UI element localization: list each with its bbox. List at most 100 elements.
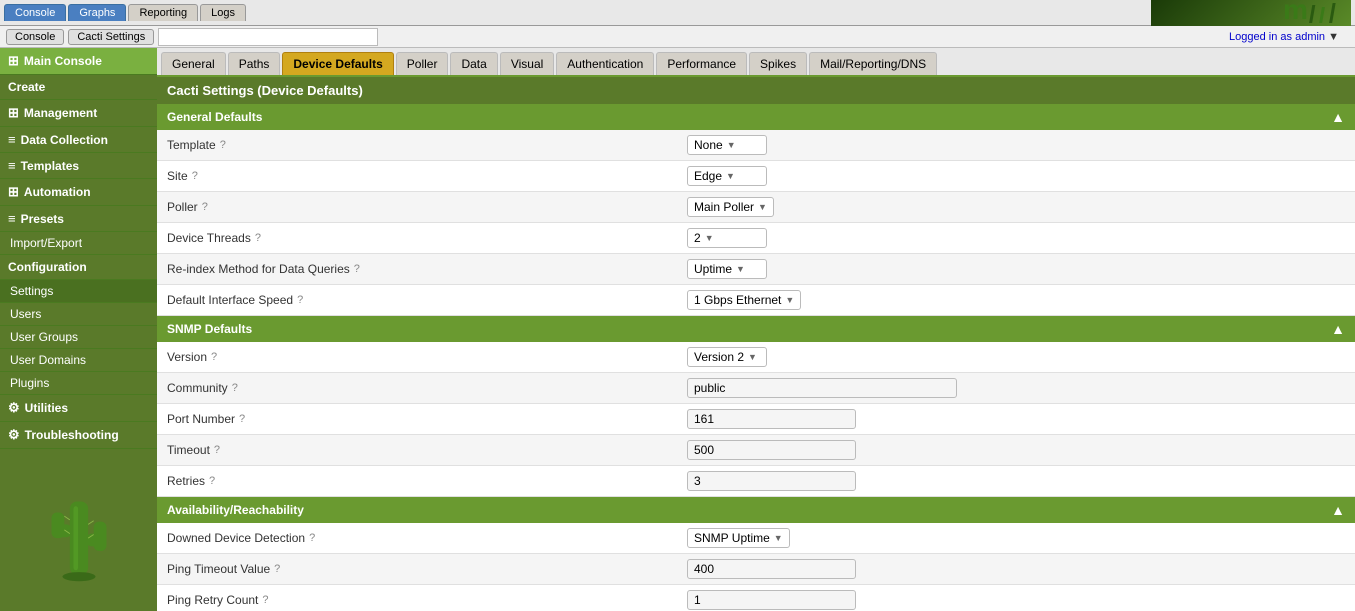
tab-spikes[interactable]: Spikes [749, 52, 807, 75]
sidebar-item-templates[interactable]: ≡ Templates [0, 153, 157, 179]
sidebar-item-configuration[interactable]: Configuration [0, 255, 157, 280]
sidebar: ⊞ Main Console Create ⊞ Management ≡ Dat… [0, 48, 157, 611]
form-control [687, 471, 856, 491]
tab-data[interactable]: Data [450, 52, 497, 75]
sidebar-item-settings[interactable]: Settings [0, 280, 157, 303]
sidebar-item-user-groups[interactable]: User Groups [0, 326, 157, 349]
form-label: Ping Timeout Value? [167, 562, 687, 576]
dropdown-re-index-method-for-data-queries[interactable]: Uptime ▼ [687, 259, 767, 279]
form-row: Poller?Main Poller ▼ [157, 192, 1355, 223]
input-ping-timeout-value[interactable] [687, 559, 856, 579]
form-control: None ▼ [687, 135, 767, 155]
help-icon[interactable]: ? [192, 170, 198, 182]
sidebar-item-automation[interactable]: ⊞ Automation [0, 179, 157, 206]
tab-console[interactable]: Console [4, 4, 66, 21]
form-row: Version?Version 2 ▼ [157, 342, 1355, 373]
form-row: Retries? [157, 466, 1355, 497]
form-label: Device Threads? [167, 231, 687, 245]
help-icon[interactable]: ? [255, 232, 261, 244]
form-row: Port Number? [157, 404, 1355, 435]
form-control: Version 2 ▼ [687, 347, 767, 367]
sidebar-item-users[interactable]: Users [0, 303, 157, 326]
help-icon[interactable]: ? [309, 532, 315, 544]
help-icon[interactable]: ? [211, 351, 217, 363]
help-icon[interactable]: ? [274, 563, 280, 575]
tab-authentication[interactable]: Authentication [556, 52, 654, 75]
page-title: Cacti Settings (Device Defaults) [157, 77, 1355, 104]
tab-device-defaults[interactable]: Device Defaults [282, 52, 393, 75]
troubleshooting-icon: ⚙ [8, 427, 20, 443]
tab-mail/reporting/dns[interactable]: Mail/Reporting/DNS [809, 52, 937, 75]
tab-paths[interactable]: Paths [228, 52, 281, 75]
form-control: 2 ▼ [687, 228, 767, 248]
section-header-1: SNMP Defaults▲ [157, 316, 1355, 342]
sidebar-item-troubleshooting[interactable]: ⚙ Troubleshooting [0, 422, 157, 449]
form-row: Downed Device Detection?SNMP Uptime ▼ [157, 523, 1355, 554]
sidebar-item-management[interactable]: ⊞ Management [0, 100, 157, 127]
tab-bar: GeneralPathsDevice DefaultsPollerDataVis… [157, 48, 1355, 77]
help-icon[interactable]: ? [262, 594, 268, 606]
help-icon[interactable]: ? [232, 382, 238, 394]
automation-icon: ⊞ [8, 184, 19, 200]
main-content: GeneralPathsDevice DefaultsPollerDataVis… [157, 48, 1355, 611]
form-control [687, 559, 856, 579]
form-control: Uptime ▼ [687, 259, 767, 279]
tab-poller[interactable]: Poller [396, 52, 449, 75]
dropdown-default-interface-speed[interactable]: 1 Gbps Ethernet ▼ [687, 290, 801, 310]
help-icon[interactable]: ? [354, 263, 360, 275]
tab-general[interactable]: General [161, 52, 226, 75]
help-icon[interactable]: ? [220, 139, 226, 151]
sidebar-item-data-collection[interactable]: ≡ Data Collection [0, 127, 157, 153]
form-label: Version? [167, 350, 687, 364]
sidebar-item-plugins[interactable]: Plugins [0, 372, 157, 395]
form-label: Template? [167, 138, 687, 152]
tab-reporting[interactable]: Reporting [128, 4, 198, 21]
collapse-button-0[interactable]: ▲ [1331, 109, 1345, 125]
templates-icon: ≡ [8, 158, 16, 173]
help-icon[interactable]: ? [239, 413, 245, 425]
tab-logs[interactable]: Logs [200, 4, 246, 21]
dropdown-downed-device-detection[interactable]: SNMP Uptime ▼ [687, 528, 790, 548]
tab-graphs[interactable]: Graphs [68, 4, 126, 21]
sidebar-item-create[interactable]: Create [0, 75, 157, 100]
dropdown-template[interactable]: None ▼ [687, 135, 767, 155]
form-label: Downed Device Detection? [167, 531, 687, 545]
form-row: Ping Retry Count? [157, 585, 1355, 611]
breadcrumb-settings[interactable]: Cacti Settings [68, 29, 154, 45]
input-retries[interactable] [687, 471, 856, 491]
help-icon[interactable]: ? [297, 294, 303, 306]
sidebar-item-user-domains[interactable]: User Domains [0, 349, 157, 372]
tab-visual[interactable]: Visual [500, 52, 554, 75]
form-row: Template?None ▼ [157, 130, 1355, 161]
form-control [687, 590, 856, 610]
section-header-2: Availability/Reachability ▲ [157, 497, 1355, 523]
dropdown-version[interactable]: Version 2 ▼ [687, 347, 767, 367]
help-icon[interactable]: ? [214, 444, 220, 456]
input-timeout[interactable] [687, 440, 856, 460]
utilities-icon: ⚙ [8, 400, 20, 416]
cactus-icon [39, 474, 119, 584]
form-label: Site? [167, 169, 687, 183]
sidebar-item-import-export[interactable]: Import/Export [0, 232, 157, 255]
section-title: Availability/Reachability [167, 503, 304, 517]
dropdown-poller[interactable]: Main Poller ▼ [687, 197, 774, 217]
form-label: Port Number? [167, 412, 687, 426]
dropdown-device-threads[interactable]: 2 ▼ [687, 228, 767, 248]
form-control: Edge ▼ [687, 166, 767, 186]
sidebar-item-main-console[interactable]: ⊞ Main Console [0, 48, 157, 75]
form-row: Default Interface Speed?1 Gbps Ethernet … [157, 285, 1355, 316]
tab-performance[interactable]: Performance [656, 52, 747, 75]
login-info: Logged in as admin ▼ [1229, 31, 1349, 43]
collapse-button-1[interactable]: ▲ [1331, 321, 1345, 337]
collapse-button-2[interactable]: ▲ [1331, 502, 1345, 518]
breadcrumb-console[interactable]: Console [6, 29, 64, 45]
input-community[interactable] [687, 378, 957, 398]
input-port-number[interactable] [687, 409, 856, 429]
sidebar-item-presets[interactable]: ≡ Presets [0, 206, 157, 232]
help-icon[interactable]: ? [202, 201, 208, 213]
dropdown-site[interactable]: Edge ▼ [687, 166, 767, 186]
sidebar-item-utilities[interactable]: ⚙ Utilities [0, 395, 157, 422]
search-input[interactable] [158, 28, 378, 46]
input-ping-retry-count[interactable] [687, 590, 856, 610]
help-icon[interactable]: ? [209, 475, 215, 487]
